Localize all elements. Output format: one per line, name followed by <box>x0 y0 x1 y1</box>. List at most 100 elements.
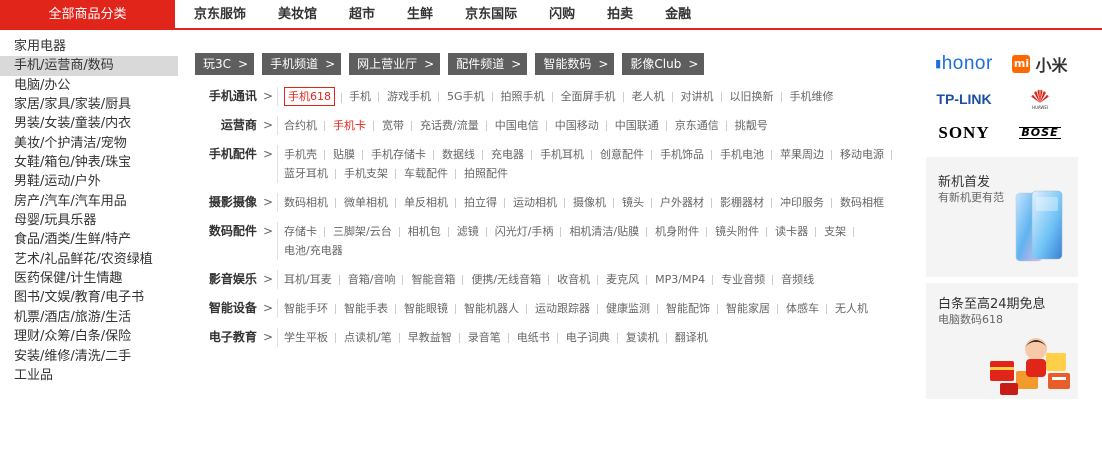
nav-link-jd-fashion[interactable]: 京东服饰 <box>194 0 246 30</box>
sidebar-item-food-drinks[interactable]: 食品/酒类/生鲜/特产 <box>0 230 178 249</box>
subcategory-link[interactable]: 数据线 <box>442 145 483 164</box>
subcategory-link[interactable]: 老人机 <box>632 87 673 106</box>
subcategory-link[interactable]: 微单相机 <box>344 193 396 212</box>
subcategory-title[interactable]: 手机配件 > <box>195 145 273 164</box>
channel-button-3c[interactable]: 玩3C > <box>195 53 255 75</box>
subcategory-link[interactable]: 以旧换新 <box>730 87 782 106</box>
brand-logo-sony[interactable]: SONY <box>926 116 1002 150</box>
subcategory-link[interactable]: 5G手机 <box>447 87 493 106</box>
sidebar-item-travel-life[interactable]: 机票/酒店/旅游/生活 <box>0 308 178 327</box>
promo-card-new-phone[interactable]: 新机首发 有新机更有范 <box>926 157 1078 277</box>
subcategory-link[interactable]: 运动跟踪器 <box>535 299 598 318</box>
subcategory-link[interactable]: 手机卡 <box>333 116 374 135</box>
sidebar-item-home-furniture[interactable]: 家居/家具/家装/厨具 <box>0 95 178 114</box>
subcategory-title[interactable]: 手机通讯 > <box>195 87 273 106</box>
promo-card-baitiao[interactable]: 白条至高24期免息 电脑数码618 <box>926 283 1078 399</box>
sidebar-item-phones-digital[interactable]: 手机/运营商/数码 <box>0 56 178 76</box>
subcategory-link[interactable]: 充话费/流量 <box>420 116 487 135</box>
subcategory-link[interactable]: 蓝牙耳机 <box>284 164 336 183</box>
subcategory-link[interactable]: 体感车 <box>786 299 827 318</box>
subcategory-link[interactable]: 滤镜 <box>457 222 487 241</box>
subcategory-link[interactable]: 专业音频 <box>721 270 774 289</box>
subcategory-link[interactable]: 镜头附件 <box>715 222 768 241</box>
subcategory-link[interactable]: 三脚架/云台 <box>333 222 400 241</box>
subcategory-title[interactable]: 摄影摄像 > <box>195 193 273 212</box>
all-categories-button[interactable]: 全部商品分类 <box>0 0 175 30</box>
subcategory-link[interactable]: 翻译机 <box>675 328 716 347</box>
sidebar-item-books-education[interactable]: 图书/文娱/教育/电子书 <box>0 288 178 307</box>
subcategory-link[interactable]: 创意配件 <box>600 145 652 164</box>
brand-logo-huawei[interactable]: HUAWEI <box>1002 82 1078 116</box>
subcategory-link[interactable]: 闪光灯/手柄 <box>495 222 562 241</box>
subcategory-link[interactable]: 数码相机 <box>284 193 336 212</box>
subcategory-link[interactable]: 智能配饰 <box>666 299 718 318</box>
channel-button-imaging-club[interactable]: 影像Club > <box>622 53 705 75</box>
subcategory-link[interactable]: 苹果周边 <box>780 145 832 164</box>
subcategory-link[interactable]: 无人机 <box>835 299 876 318</box>
subcategory-link[interactable]: 智能手环 <box>284 299 336 318</box>
subcategory-link[interactable]: 相机清洁/贴膜 <box>569 222 647 241</box>
subcategory-link[interactable]: 手机存储卡 <box>371 145 434 164</box>
sidebar-item-property-auto[interactable]: 房产/汽车/汽车用品 <box>0 192 178 211</box>
subcategory-link[interactable]: 合约机 <box>284 116 325 135</box>
subcategory-link[interactable]: 电池/充电器 <box>284 241 351 260</box>
subcategory-link[interactable]: 拍照配件 <box>464 164 516 183</box>
subcategory-link[interactable]: 手机支架 <box>344 164 396 183</box>
channel-button-online-hall[interactable]: 网上营业厅 > <box>349 53 441 75</box>
subcategory-link[interactable]: 电纸书 <box>517 328 558 347</box>
subcategory-link[interactable]: 读卡器 <box>775 222 817 241</box>
subcategory-title[interactable]: 影音娱乐 > <box>195 270 273 289</box>
subcategory-link[interactable]: 充电器 <box>491 145 532 164</box>
subcategory-link[interactable]: 手机 <box>349 87 379 106</box>
subcategory-link[interactable]: 冲印服务 <box>780 193 832 212</box>
subcategory-link[interactable]: 摄像机 <box>573 193 614 212</box>
subcategory-link[interactable]: 拍立得 <box>464 193 505 212</box>
sidebar-item-beauty-pets[interactable]: 美妆/个护清洁/宠物 <box>0 134 178 153</box>
sidebar-item-computers-office[interactable]: 电脑/办公 <box>0 76 178 95</box>
subcategory-link[interactable]: 手机饰品 <box>660 145 712 164</box>
subcategory-link[interactable]: 户外器材 <box>660 193 712 212</box>
subcategory-link[interactable]: 便携/无线音箱 <box>471 270 549 289</box>
subcategory-link[interactable]: MP3/MP4 <box>655 270 714 289</box>
subcategory-link[interactable]: 复读机 <box>626 328 667 347</box>
subcategory-link[interactable]: 智能家居 <box>726 299 778 318</box>
subcategory-link[interactable]: 单反相机 <box>404 193 456 212</box>
sidebar-item-health[interactable]: 医药保健/计生情趣 <box>0 269 178 288</box>
subcategory-link[interactable]: 相机包 <box>408 222 449 241</box>
subcategory-link[interactable]: 点读机/笔 <box>344 328 400 347</box>
nav-link-auction[interactable]: 拍卖 <box>607 0 633 30</box>
subcategory-link[interactable]: 学生平板 <box>284 328 336 347</box>
nav-link-finance[interactable]: 金融 <box>665 0 691 30</box>
nav-link-jd-global[interactable]: 京东国际 <box>465 0 517 30</box>
sidebar-item-clothing[interactable]: 男装/女装/童装/内衣 <box>0 114 178 133</box>
subcategory-link[interactable]: 存储卡 <box>284 222 325 241</box>
nav-link-supermarket[interactable]: 超市 <box>349 0 375 30</box>
subcategory-link[interactable]: 全面屏手机 <box>561 87 624 106</box>
sidebar-item-men-shoes-sports[interactable]: 男鞋/运动/户外 <box>0 172 178 191</box>
subcategory-link[interactable]: 游戏手机 <box>387 87 439 106</box>
sidebar-item-baby-toys[interactable]: 母婴/玩具乐器 <box>0 211 178 230</box>
brand-logo-bose[interactable]: BOSE <box>1002 116 1078 150</box>
subcategory-link[interactable]: 早教益智 <box>408 328 460 347</box>
sidebar-item-install-repair[interactable]: 安装/维修/清洗/二手 <box>0 347 178 366</box>
sidebar-item-art-gifts[interactable]: 艺术/礼品鲜花/农资绿植 <box>0 250 178 269</box>
subcategory-link[interactable]: 智能音箱 <box>411 270 464 289</box>
channel-button-phones[interactable]: 手机频道 > <box>262 53 342 75</box>
subcategory-link[interactable]: 麦克风 <box>606 270 648 289</box>
channel-button-smart-digital[interactable]: 智能数码 > <box>535 53 615 75</box>
subcategory-link[interactable]: 手机维修 <box>790 87 842 106</box>
sidebar-item-industrial[interactable]: 工业品 <box>0 366 178 385</box>
subcategory-link[interactable]: 镜头 <box>622 193 652 212</box>
subcategory-link[interactable]: 移动电源 <box>840 145 892 164</box>
subcategory-link[interactable]: 中国移动 <box>555 116 607 135</box>
subcategory-link[interactable]: 数码相框 <box>840 193 892 212</box>
subcategory-link[interactable]: 手机壳 <box>284 145 325 164</box>
subcategory-link[interactable]: 手机618 <box>284 87 342 106</box>
brand-logo-tplink[interactable]: TP-LINK <box>926 82 1002 116</box>
nav-link-flash-sale[interactable]: 闪购 <box>549 0 575 30</box>
subcategory-link[interactable]: 录音笔 <box>468 328 509 347</box>
subcategory-link[interactable]: 健康监测 <box>606 299 658 318</box>
subcategory-link[interactable]: 中国电信 <box>495 116 547 135</box>
subcategory-link[interactable]: 智能眼镜 <box>404 299 456 318</box>
subcategory-link[interactable]: 京东通信 <box>675 116 727 135</box>
